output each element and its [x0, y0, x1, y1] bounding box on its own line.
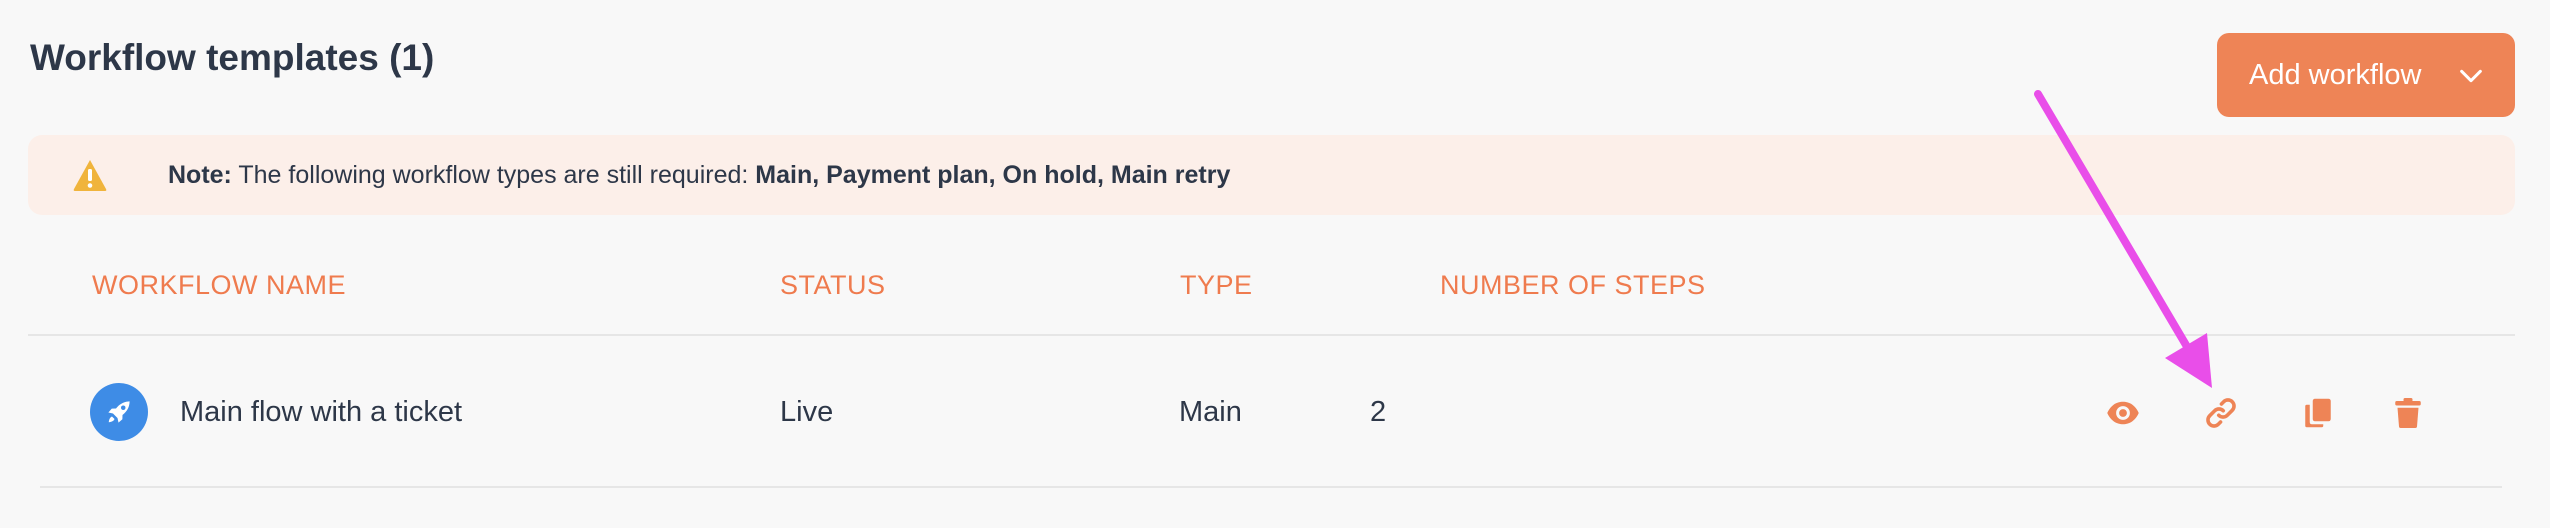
link-icon [2206, 398, 2236, 428]
delete-button[interactable] [2388, 393, 2428, 433]
notice-message: The following workflow types are still r… [231, 160, 756, 189]
page-title: Workflow templates (1) [30, 37, 435, 78]
notice-required-types: Main, Payment plan, On hold, Main retry [755, 160, 1231, 189]
workflow-type: Main [1179, 396, 1242, 428]
add-workflow-button[interactable]: Add workflow [2217, 33, 2515, 117]
rocket-icon [108, 401, 130, 423]
copy-icon [2305, 398, 2331, 428]
column-header-status[interactable]: STATUS [780, 269, 886, 301]
warning-icon [73, 160, 107, 191]
workflow-avatar [90, 383, 148, 441]
workflow-name[interactable]: Main flow with a ticket [180, 395, 462, 429]
column-header-workflow-name[interactable]: WORKFLOW NAME [92, 269, 346, 301]
required-types-notice: Note: The following workflow types are s… [28, 135, 2515, 215]
column-header-number-of-steps[interactable]: NUMBER OF STEPS [1440, 269, 1706, 301]
table-header-divider [28, 334, 2515, 336]
column-header-type[interactable]: TYPE [1180, 269, 1253, 301]
view-button[interactable] [2103, 393, 2143, 433]
chevron-down-icon [2460, 69, 2482, 83]
duplicate-button[interactable] [2298, 393, 2338, 433]
workflow-templates-page: Workflow templates (1) Add workflow Note… [0, 0, 2550, 528]
workflow-status: Live [780, 396, 834, 428]
add-workflow-label: Add workflow [2249, 58, 2422, 91]
copy-link-button[interactable] [2201, 393, 2241, 433]
workflow-steps: 2 [1370, 396, 1387, 428]
eye-icon [2107, 401, 2139, 425]
notice-text: Note: The following workflow types are s… [168, 135, 1230, 215]
notice-prefix: Note: [168, 160, 232, 189]
table-row-divider [40, 486, 2502, 488]
trash-icon [2395, 398, 2421, 428]
